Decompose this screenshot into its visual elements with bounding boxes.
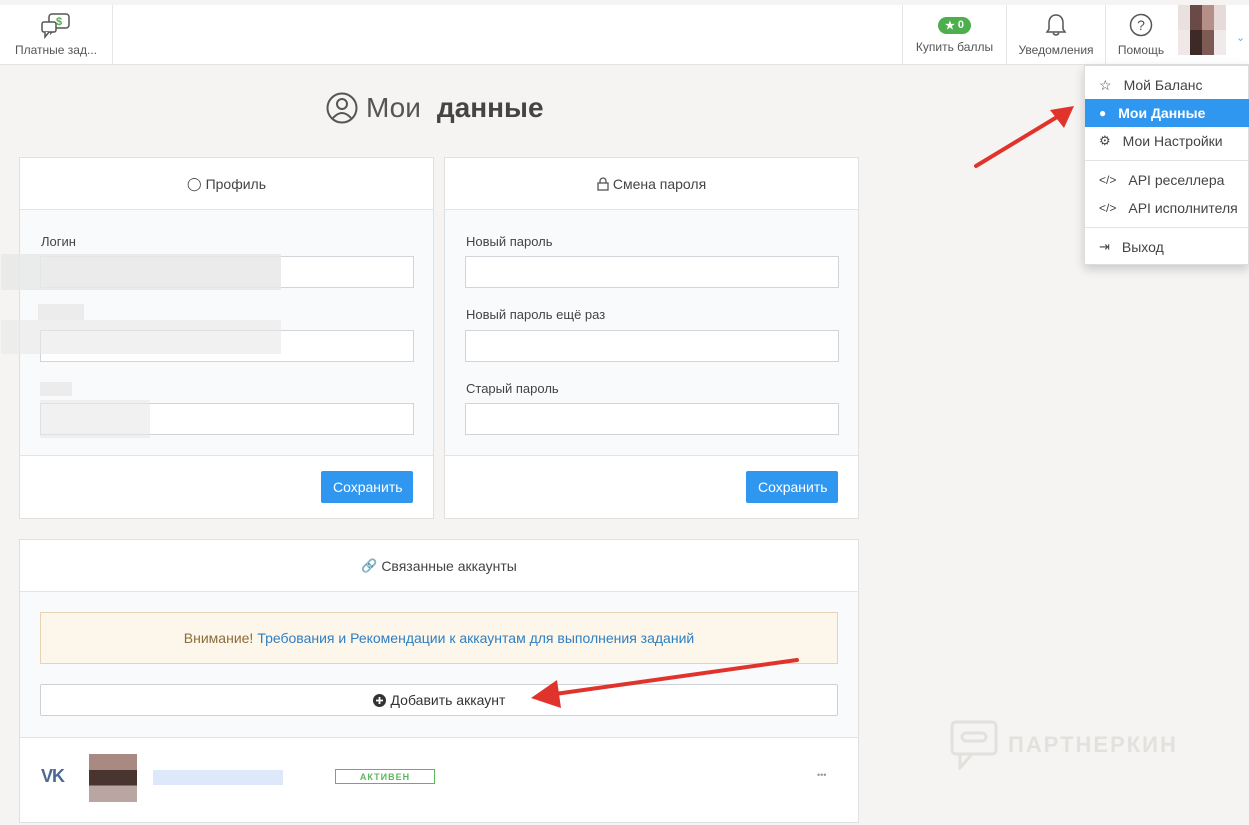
profile-panel: ◯ Профиль Логин Сохранить xyxy=(1,157,434,519)
code-icon: </> xyxy=(1099,173,1117,187)
alert-warning-text: Внимание! xyxy=(183,630,254,646)
login-label: Логин xyxy=(41,234,76,249)
redacted-account-name xyxy=(153,770,283,785)
question-circle-icon: ? xyxy=(1129,13,1153,37)
nav-help[interactable]: ? Помощь xyxy=(1105,5,1176,65)
password-panel: Смена пароля Новый пароль Новый пароль е… xyxy=(444,157,859,519)
page-title: Мои данные xyxy=(326,92,544,124)
menu-item-my-data[interactable]: ● Мои Данные xyxy=(1085,99,1249,127)
status-badge: АКТИВЕН xyxy=(335,769,435,784)
vk-icon: VK xyxy=(41,766,65,786)
watermark-text: ПАРТНЕРКИН xyxy=(1008,732,1178,757)
code-icon: </> xyxy=(1099,201,1117,215)
lock-icon xyxy=(597,176,609,191)
redacted-email xyxy=(1,320,281,354)
page-title-light: Мои xyxy=(366,92,421,123)
user-circle-icon: ● xyxy=(1099,106,1107,120)
linked-accounts-label: Связанные аккаунты xyxy=(381,557,517,574)
profile-panel-header: ◯ Профиль xyxy=(20,158,433,210)
new-password-label: Новый пароль xyxy=(466,234,553,249)
link-icon: 🔗 xyxy=(361,557,378,573)
menu-item-label: Мои Данные xyxy=(1118,105,1206,121)
password-panel-footer: Сохранить xyxy=(445,455,858,518)
warning-alert: Внимание! Требования и Рекомендации к ак… xyxy=(40,612,838,664)
menu-item-balance[interactable]: ☆ Мой Баланс xyxy=(1085,71,1249,99)
repeat-password-label: Новый пароль ещё раз xyxy=(466,307,606,322)
profile-panel-footer: Сохранить xyxy=(20,455,433,518)
sign-out-icon: ⇥ xyxy=(1099,239,1110,254)
repeat-password-input[interactable] xyxy=(465,330,839,362)
plus-circle-icon xyxy=(372,693,386,707)
linked-accounts-header: 🔗 Связанные аккаунты xyxy=(20,540,858,592)
redacted-name xyxy=(40,400,150,438)
profile-panel-body: Логин xyxy=(1,210,433,455)
user-dropdown-menu: ☆ Мой Баланс ● Мои Данные ⚙ Мои Настройк… xyxy=(1084,65,1249,265)
nav-notifications-label: Уведомления xyxy=(1018,43,1094,57)
menu-item-label: API реселлера xyxy=(1128,172,1225,188)
watermark-logo-icon xyxy=(950,720,998,770)
linked-accounts-body: Внимание! Требования и Рекомендации к ак… xyxy=(20,592,858,737)
menu-item-label: Выход xyxy=(1121,239,1164,255)
account-avatar xyxy=(89,754,137,802)
nav-buy-points[interactable]: ★ 0 Купить баллы xyxy=(902,5,1006,65)
new-password-input[interactable] xyxy=(465,256,839,288)
bell-icon xyxy=(1045,14,1067,36)
add-account-button[interactable]: Добавить аккаунт xyxy=(40,684,838,716)
points-count: 0 xyxy=(957,19,964,31)
redacted-label xyxy=(38,304,84,320)
watermark: ПАРТНЕРКИН xyxy=(950,720,1178,770)
menu-item-settings[interactable]: ⚙ Мои Настройки xyxy=(1085,127,1249,155)
star-icon: ☆ xyxy=(1099,76,1112,93)
nav-notifications[interactable]: Уведомления xyxy=(1006,5,1105,65)
requirements-link[interactable]: Требования и Рекомендации к аккаунтам дл… xyxy=(257,630,694,646)
profile-save-button[interactable]: Сохранить xyxy=(321,471,413,503)
points-badge: ★ 0 xyxy=(938,16,971,34)
old-password-label: Старый пароль xyxy=(466,381,559,396)
menu-item-label: API исполнителя xyxy=(1128,200,1238,216)
chat-dollar-icon: $ xyxy=(41,13,70,39)
menu-divider xyxy=(1085,160,1249,161)
menu-item-api-reseller[interactable]: </> API реселлера xyxy=(1085,166,1249,194)
password-save-button[interactable]: Сохранить xyxy=(746,471,838,503)
nav-paid-tasks[interactable]: $ Платные зад... xyxy=(0,5,113,65)
svg-text:$: $ xyxy=(56,16,62,28)
redacted-login xyxy=(1,254,281,290)
add-account-label: Добавить аккаунт xyxy=(390,692,506,708)
chevron-down-icon[interactable]: ⌄ xyxy=(1236,31,1245,44)
password-panel-header: Смена пароля xyxy=(445,158,858,210)
star-icon: ★ xyxy=(945,19,955,32)
top-navbar: $ Платные зад... ★ 0 Купить баллы Уведом… xyxy=(0,5,1249,65)
page-title-bold: данные xyxy=(436,92,544,123)
user-icon: ◯ xyxy=(187,175,202,191)
menu-item-label: Мои Настройки xyxy=(1122,133,1223,149)
red-arrow-icon xyxy=(974,106,1074,168)
old-password-input[interactable] xyxy=(465,403,839,435)
svg-text:?: ? xyxy=(1137,17,1145,33)
more-options-icon[interactable]: ••• xyxy=(817,770,826,780)
account-row: VK АКТИВЕН ••• xyxy=(20,737,858,822)
menu-divider xyxy=(1085,227,1249,228)
menu-item-label: Мой Баланс xyxy=(1123,77,1203,93)
password-panel-body: Новый пароль Новый пароль ещё раз Старый… xyxy=(445,210,858,455)
linked-accounts-panel: 🔗 Связанные аккаунты Внимание! Требовани… xyxy=(19,539,859,823)
redacted-label xyxy=(40,382,72,396)
menu-item-logout[interactable]: ⇥ Выход xyxy=(1085,233,1249,261)
profile-header-label: Профиль xyxy=(205,175,266,192)
nav-buy-points-label: Купить баллы xyxy=(915,39,994,54)
menu-item-api-executor[interactable]: </> API исполнителя xyxy=(1085,194,1249,222)
nav-help-label: Помощь xyxy=(1117,43,1165,57)
nav-paid-tasks-label: Платные зад... xyxy=(15,43,97,57)
gears-icon: ⚙ xyxy=(1099,133,1111,148)
password-header-label: Смена пароля xyxy=(612,175,707,192)
user-avatar[interactable] xyxy=(1178,5,1226,55)
user-circle-icon xyxy=(326,92,358,124)
